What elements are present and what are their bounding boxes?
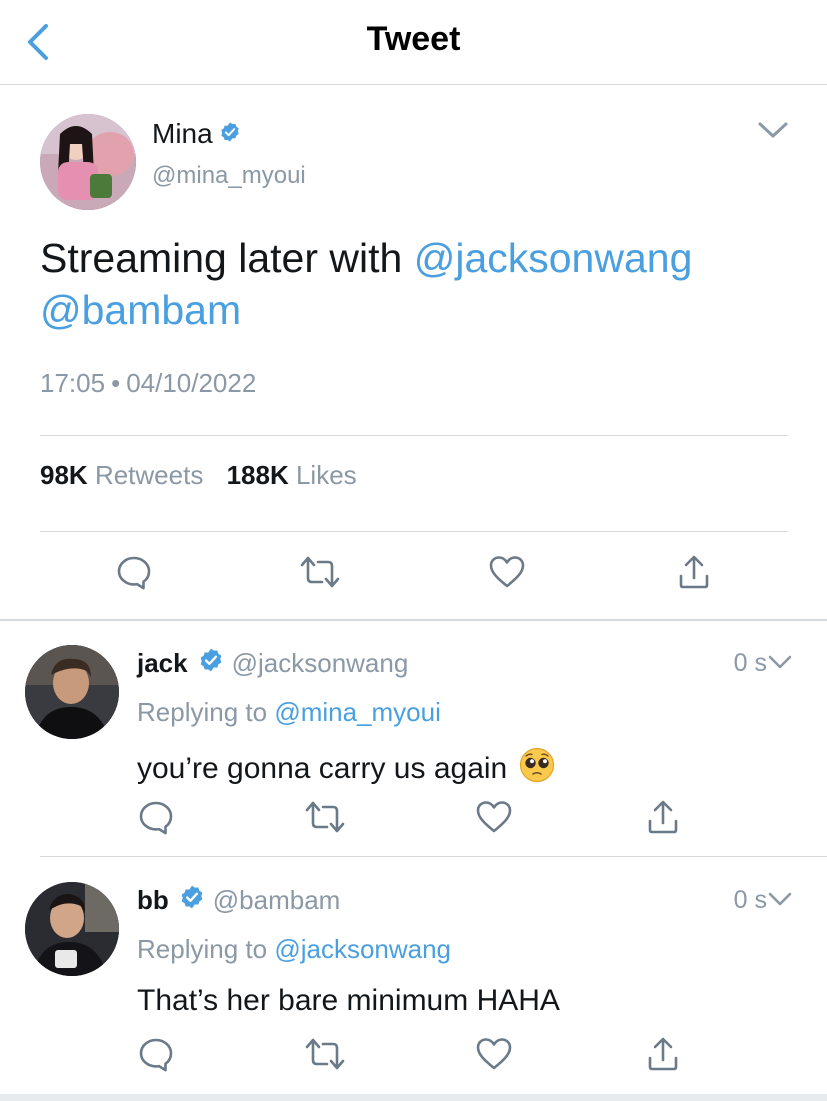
comment-icon (139, 1038, 173, 1072)
divider (40, 531, 788, 532)
tweet-stats: 98K Retweets 188K Likes (40, 460, 357, 491)
reply-text: you’re gonna carry us again (137, 747, 555, 791)
reply-author-row: jack @jacksonwang (137, 647, 408, 680)
author-name[interactable]: Mina (152, 118, 213, 150)
reply-text-body: That’s her bare minimum HAHA (137, 984, 560, 1017)
author-handle[interactable]: @mina_myoui (152, 162, 306, 190)
reply-author-handle[interactable]: @jacksonwang (232, 648, 409, 679)
like-button[interactable] (474, 1034, 514, 1074)
bottom-divider (0, 1094, 827, 1101)
comment-icon (117, 556, 151, 590)
retweets-label[interactable]: Retweets (95, 460, 203, 490)
replying-to: Replying to @jacksonwang (137, 934, 451, 965)
reply-menu-button[interactable] (767, 890, 793, 913)
comment-icon (139, 801, 173, 835)
reply-timestamp: 0 s (733, 886, 767, 914)
author-name-row: Mina (152, 118, 241, 150)
share-icon (648, 1037, 678, 1071)
retweet-button[interactable] (305, 1034, 345, 1074)
like-button[interactable] (487, 552, 527, 592)
likes-count[interactable]: 188K (227, 460, 289, 490)
reply-menu-button[interactable] (767, 653, 793, 676)
separator-dot: • (111, 368, 121, 398)
tweet-menu-button[interactable] (757, 120, 789, 145)
tweet-time: 17:05 (40, 368, 106, 398)
reply-action-bar (0, 1034, 827, 1078)
divider (40, 856, 827, 857)
reply-button[interactable] (136, 1034, 176, 1074)
reply-author-handle[interactable]: @bambam (213, 885, 341, 916)
reply-action-bar (0, 797, 827, 841)
section-divider (0, 619, 827, 621)
page-title: Tweet (366, 20, 461, 58)
verified-badge-icon (179, 884, 205, 917)
reply-text-body: you’re gonna carry us again (137, 752, 508, 785)
replying-to: Replying to @mina_myoui (137, 697, 441, 728)
mention-link[interactable]: @jacksonwang (274, 934, 451, 964)
tweet-text-body: Streaming later with (40, 235, 414, 281)
profile-photo (40, 114, 136, 210)
reply-timestamp: 0 s (733, 649, 767, 677)
like-button[interactable] (474, 797, 514, 837)
reply-author-name[interactable]: bb (137, 885, 169, 916)
retweet-icon (305, 1038, 345, 1070)
retweet-button[interactable] (300, 552, 340, 592)
mention-link[interactable]: @jacksonwang (414, 235, 693, 281)
share-button[interactable] (643, 1034, 683, 1074)
reply-button[interactable] (136, 797, 176, 837)
verified-badge-icon (198, 647, 224, 680)
likes-label[interactable]: Likes (296, 460, 357, 490)
share-icon (679, 555, 709, 589)
mention-link[interactable]: @mina_myoui (274, 697, 441, 727)
share-button[interactable] (643, 797, 683, 837)
top-nav-bar: Tweet (0, 0, 827, 85)
share-button[interactable] (674, 552, 714, 592)
mention-link[interactable]: @bambam (40, 287, 241, 333)
avatar[interactable] (25, 645, 119, 739)
reply-author-name[interactable]: jack (137, 648, 188, 679)
avatar[interactable] (25, 882, 119, 976)
heart-icon (476, 801, 512, 833)
profile-photo (25, 645, 119, 739)
tweet-timestamp: 17:05 • 04/10/2022 (40, 368, 256, 399)
chevron-down-icon (768, 655, 792, 669)
retweets-count[interactable]: 98K (40, 460, 88, 490)
reply-button[interactable] (114, 552, 154, 592)
replying-to-label: Replying to (137, 934, 275, 964)
share-icon (648, 800, 678, 834)
tweet-date: 04/10/2022 (126, 368, 257, 398)
heart-icon (489, 556, 525, 588)
chevron-down-icon (768, 892, 792, 906)
heart-icon (476, 1038, 512, 1070)
pleading-face-emoji (519, 747, 555, 791)
divider (40, 435, 788, 436)
retweet-button[interactable] (305, 797, 345, 837)
verified-badge-icon (219, 121, 241, 148)
profile-photo (25, 882, 119, 976)
reply-author-row: bb @bambam (137, 884, 340, 917)
reply-text: That’s her bare minimum HAHA (137, 984, 560, 1018)
avatar[interactable] (40, 114, 136, 210)
retweet-icon (305, 801, 345, 833)
replying-to-label: Replying to (137, 697, 275, 727)
retweet-icon (300, 556, 340, 588)
tweet-text: Streaming later with @jacksonwang @bambam (40, 232, 800, 336)
chevron-down-icon (758, 122, 788, 138)
